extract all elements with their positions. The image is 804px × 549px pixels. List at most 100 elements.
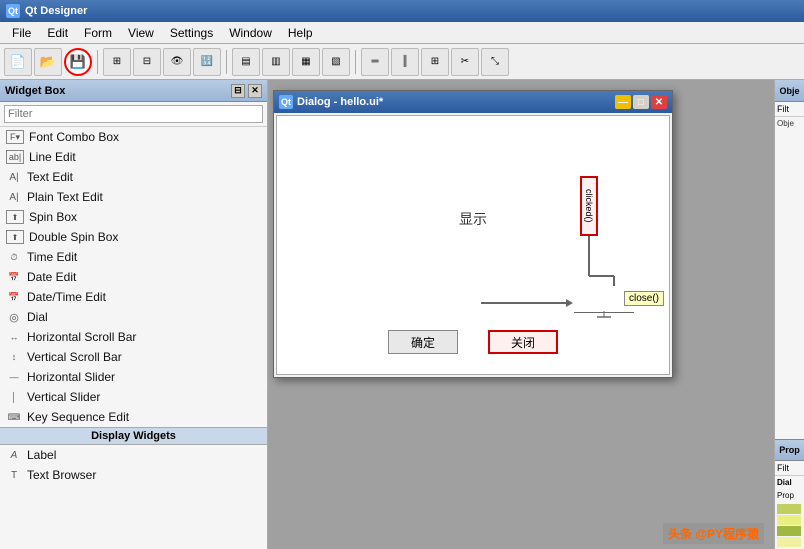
buddy-editor-button[interactable]: 👁 bbox=[163, 48, 191, 76]
dialog-title: Dialog - hello.ui* bbox=[297, 96, 383, 108]
dial-icon: ◎ bbox=[6, 309, 22, 325]
right-object-inspector: Obje bbox=[775, 117, 804, 439]
menu-settings[interactable]: Settings bbox=[162, 24, 221, 42]
align-left-button[interactable]: ▤ bbox=[232, 48, 260, 76]
list-item[interactable]: T Text Browser bbox=[0, 465, 267, 485]
widget-label: Vertical Scroll Bar bbox=[27, 350, 122, 364]
dialog-close-button[interactable]: ✕ bbox=[651, 95, 667, 109]
widget-box: Widget Box ⊟ ✕ F▾ Font Combo Box ab| Lin… bbox=[0, 80, 268, 549]
list-item[interactable]: — Horizontal Slider bbox=[0, 367, 267, 387]
filter-bar bbox=[0, 102, 267, 127]
dialog-controls: — □ ✕ bbox=[615, 95, 667, 109]
widget-box-close-button[interactable]: ✕ bbox=[248, 84, 262, 98]
align-right-button[interactable]: ▥ bbox=[262, 48, 290, 76]
list-item[interactable]: ⬆ Double Spin Box bbox=[0, 227, 267, 247]
color-swatch-2 bbox=[777, 515, 801, 525]
main-area: Widget Box ⊟ ✕ F▾ Font Combo Box ab| Lin… bbox=[0, 80, 804, 549]
adjust-size-button[interactable]: ⤡ bbox=[481, 48, 509, 76]
list-item[interactable]: ◎ Dial bbox=[0, 307, 267, 327]
app-title: Qt Designer bbox=[25, 5, 87, 17]
widget-box-float-button[interactable]: ⊟ bbox=[231, 84, 245, 98]
dialog-icon: Qt bbox=[279, 95, 293, 109]
right-panel: Obje Filt Obje Prop Filt Dial Prop bbox=[774, 80, 804, 549]
center-area[interactable]: Qt Dialog - hello.ui* — □ ✕ 显示 clicked() bbox=[268, 80, 774, 549]
date-edit-icon: 📅 bbox=[6, 269, 22, 285]
datetime-edit-icon: 📅 bbox=[6, 289, 22, 305]
new-button[interactable]: 📄 bbox=[4, 48, 32, 76]
menu-help[interactable]: Help bbox=[280, 24, 321, 42]
menu-form[interactable]: Form bbox=[76, 24, 120, 42]
menu-bar: File Edit Form View Settings Window Help bbox=[0, 22, 804, 44]
widget-editor-button[interactable]: ⊞ bbox=[103, 48, 131, 76]
right-prop-filter: Filt bbox=[775, 461, 804, 476]
list-item[interactable]: ab| Line Edit bbox=[0, 147, 267, 167]
menu-file[interactable]: File bbox=[4, 24, 39, 42]
tab-order-button[interactable]: 🔢 bbox=[193, 48, 221, 76]
widget-label: Label bbox=[27, 448, 56, 462]
toolbar-sep-2 bbox=[226, 50, 227, 74]
signals-editor-button[interactable]: ⊟ bbox=[133, 48, 161, 76]
list-item[interactable]: 📅 Date/Time Edit bbox=[0, 287, 267, 307]
right-dial-label: Dial bbox=[775, 476, 804, 489]
signal-arrow bbox=[559, 256, 619, 286]
widget-label: Date/Time Edit bbox=[27, 290, 106, 304]
align-bottom-button[interactable]: ▧ bbox=[322, 48, 350, 76]
h-scroll-icon: ↔ bbox=[6, 329, 22, 345]
confirm-button[interactable]: 确定 bbox=[388, 330, 458, 354]
widget-label: Font Combo Box bbox=[29, 130, 119, 144]
right-panel-title: Obje bbox=[775, 80, 804, 102]
widget-label: Horizontal Scroll Bar bbox=[27, 330, 136, 344]
save-button[interactable]: 💾 bbox=[64, 48, 92, 76]
list-item[interactable]: ⌨ Key Sequence Edit bbox=[0, 407, 267, 427]
menu-view[interactable]: View bbox=[120, 24, 162, 42]
slot-arrow-head bbox=[566, 299, 574, 307]
dialog-restore-button[interactable]: □ bbox=[633, 95, 649, 109]
right-filter-bar: Filt bbox=[775, 102, 804, 117]
watermark: 头条 @PY程序猿 bbox=[663, 523, 764, 544]
dialog-window: Qt Dialog - hello.ui* — □ ✕ 显示 clicked() bbox=[273, 90, 673, 378]
time-edit-icon: ⏱ bbox=[6, 249, 22, 265]
break-layout-button[interactable]: ✂ bbox=[451, 48, 479, 76]
slot-label: close() bbox=[624, 291, 664, 306]
list-item[interactable]: A| Plain Text Edit bbox=[0, 187, 267, 207]
signal-line bbox=[588, 236, 590, 256]
widget-label: Key Sequence Edit bbox=[27, 410, 129, 424]
open-button[interactable]: 📂 bbox=[34, 48, 62, 76]
dialog-button-area: 确定 关闭 bbox=[277, 330, 669, 354]
widget-label: Vertical Slider bbox=[27, 390, 100, 404]
layout-h-button[interactable]: ═ bbox=[361, 48, 389, 76]
dialog-body: 显示 clicked() close() bbox=[276, 115, 670, 375]
dialog-title-bar: Qt Dialog - hello.ui* — □ ✕ bbox=[274, 91, 672, 113]
close-button[interactable]: 关闭 bbox=[488, 330, 558, 354]
dialog-minimize-button[interactable]: — bbox=[615, 95, 631, 109]
app-icon: Qt bbox=[6, 4, 20, 18]
widget-label: Line Edit bbox=[29, 150, 76, 164]
toolbar-sep-3 bbox=[355, 50, 356, 74]
align-top-button[interactable]: ▦ bbox=[292, 48, 320, 76]
list-item[interactable]: 📅 Date Edit bbox=[0, 267, 267, 287]
list-item[interactable]: F▾ Font Combo Box bbox=[0, 127, 267, 147]
widget-list: F▾ Font Combo Box ab| Line Edit A| Text … bbox=[0, 127, 267, 549]
layout-grid-button[interactable]: ⊞ bbox=[421, 48, 449, 76]
menu-window[interactable]: Window bbox=[221, 24, 280, 42]
list-item[interactable]: ⬆ Spin Box bbox=[0, 207, 267, 227]
ground-symbol bbox=[597, 311, 611, 319]
list-item[interactable]: ↔ Horizontal Scroll Bar bbox=[0, 327, 267, 347]
widget-label: Double Spin Box bbox=[29, 230, 118, 244]
list-item[interactable]: │ Vertical Slider bbox=[0, 387, 267, 407]
right-object-label: Obje bbox=[777, 119, 802, 128]
key-seq-icon: ⌨ bbox=[6, 409, 22, 425]
v-slider-icon: │ bbox=[6, 389, 22, 405]
list-item[interactable]: ↕ Vertical Scroll Bar bbox=[0, 347, 267, 367]
right-prop2-label: Prop bbox=[775, 489, 804, 502]
list-item[interactable]: A Label bbox=[0, 445, 267, 465]
filter-input[interactable] bbox=[4, 105, 263, 123]
widget-box-title-bar: Widget Box ⊟ ✕ bbox=[0, 80, 267, 102]
layout-v-button[interactable]: ║ bbox=[391, 48, 419, 76]
list-item[interactable]: ⏱ Time Edit bbox=[0, 247, 267, 267]
widget-box-controls: ⊟ ✕ bbox=[231, 84, 262, 98]
dialog-display-text: 显示 bbox=[459, 209, 487, 229]
menu-edit[interactable]: Edit bbox=[39, 24, 76, 42]
widget-label: Spin Box bbox=[29, 210, 77, 224]
list-item[interactable]: A| Text Edit bbox=[0, 167, 267, 187]
